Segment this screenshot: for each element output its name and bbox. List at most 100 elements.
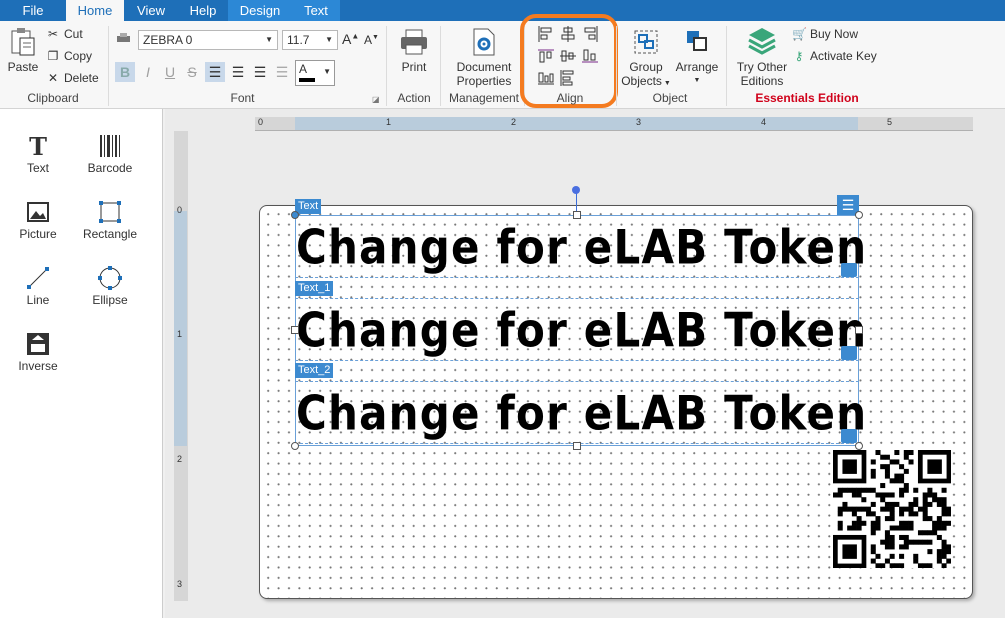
printer-font-icon: [117, 33, 130, 42]
align-right-button[interactable]: ☰: [250, 62, 270, 82]
document-gear-icon: [473, 28, 495, 56]
divider: [616, 26, 617, 106]
printable-icon[interactable]: [841, 429, 857, 443]
justify-icon: ☰: [275, 64, 289, 80]
arrange-label: Arrange: [675, 60, 719, 74]
delete-button[interactable]: ✕ Delete: [46, 69, 99, 87]
text-object[interactable]: Change for eLAB Token: [295, 298, 866, 361]
paste-button[interactable]: Paste: [6, 27, 40, 74]
tab-help[interactable]: Help: [178, 0, 228, 21]
align-center-button[interactable]: ☰: [228, 62, 248, 82]
resize-handle[interactable]: [855, 442, 863, 450]
group-objects-label-2: Objects: [621, 74, 662, 88]
resize-handle[interactable]: [291, 211, 299, 219]
try-other-editions-button[interactable]: Try Other Editions: [734, 25, 790, 88]
resize-handle[interactable]: [573, 211, 581, 219]
font-color-button[interactable]: A ▼: [295, 60, 335, 86]
resize-handle[interactable]: [291, 326, 299, 334]
align-left-button[interactable]: ☰: [205, 62, 225, 82]
picture-icon: [27, 202, 49, 222]
document-properties-button[interactable]: Document Properties: [448, 27, 520, 88]
group-objects-button[interactable]: Group Objects ▼: [620, 27, 672, 91]
clipboard-group-label: Clipboard: [27, 91, 79, 105]
cut-button[interactable]: ✂ Cut: [46, 25, 83, 43]
group-objects-icon: [634, 30, 658, 54]
management-group-label: Management: [448, 91, 520, 105]
group-objects-label: Group: [629, 60, 663, 74]
align-centers-icon[interactable]: [559, 25, 577, 43]
tab-view[interactable]: View: [124, 0, 178, 21]
align-top-edges-icon[interactable]: [537, 47, 555, 65]
ellipse-icon: [98, 266, 122, 290]
print-label: Print: [401, 60, 427, 74]
document-properties-label-2: Properties: [456, 74, 512, 88]
chevron-down-icon: ▼: [325, 35, 333, 44]
tool-ellipse[interactable]: Ellipse: [75, 263, 145, 307]
distribute-horizontally-icon[interactable]: [537, 69, 555, 87]
align-group-label: Align: [556, 91, 584, 105]
chevron-down-icon: ▼: [693, 77, 701, 84]
chevron-down-icon: ▼: [265, 35, 273, 44]
justify-button[interactable]: ☰: [272, 62, 292, 82]
resize-handle[interactable]: [291, 442, 299, 450]
italic-button[interactable]: I: [138, 62, 158, 82]
tab-home[interactable]: Home: [66, 0, 124, 21]
text-object[interactable]: Change for eLAB Token: [295, 215, 866, 278]
dialog-launcher-icon[interactable]: ◪: [372, 95, 380, 104]
resize-handle[interactable]: [855, 211, 863, 219]
text-object-content: Change for eLAB Token: [296, 303, 868, 358]
font-group-label: Font: [230, 91, 255, 105]
rotation-handle[interactable]: [572, 186, 580, 194]
ribbon: Paste ✂ Cut ❐ Copy ✕ Delete Clipboard ZEBRA…: [0, 14, 1005, 109]
printable-icon[interactable]: [841, 263, 857, 277]
object-tag: Text: [295, 199, 322, 214]
tool-barcode[interactable]: Barcode: [75, 131, 145, 175]
tool-barcode-label: Barcode: [87, 161, 133, 175]
tool-rectangle[interactable]: Rectangle: [75, 197, 145, 241]
font-name-select[interactable]: ZEBRA 0 ▼: [138, 30, 278, 50]
tool-ellipse-label: Ellipse: [92, 293, 128, 307]
menu-bar: File Home View Help Design Text: [0, 0, 1005, 21]
resize-handle[interactable]: [855, 326, 863, 334]
shrink-font-icon[interactable]: A▼: [364, 33, 379, 47]
tool-picture[interactable]: Picture: [3, 197, 73, 241]
tool-inverse-label: Inverse: [18, 359, 58, 373]
line-icon: [27, 267, 49, 289]
font-size-select[interactable]: 11.7 ▼: [282, 30, 338, 50]
font-size-value: 11.7: [287, 33, 310, 47]
bold-button[interactable]: B: [115, 62, 135, 82]
print-button[interactable]: Print: [394, 27, 434, 74]
tab-design[interactable]: Design: [228, 0, 292, 21]
align-left-edges-icon[interactable]: [537, 25, 555, 43]
ruler-mark: 4: [761, 117, 767, 127]
strikethrough-button[interactable]: S: [182, 62, 202, 82]
copy-label: Copy: [64, 49, 93, 63]
barcode-icon: [100, 135, 120, 157]
align-right-edges-icon[interactable]: [581, 25, 599, 43]
font-name-value: ZEBRA 0: [143, 33, 193, 47]
tool-inverse[interactable]: Inverse: [3, 329, 73, 373]
buy-now-button[interactable]: 🛒 Buy Now: [792, 25, 858, 43]
qr-code[interactable]: [833, 450, 951, 568]
activate-key-button[interactable]: ⚷ Activate Key: [792, 47, 877, 65]
cart-icon: 🛒: [792, 27, 807, 41]
resize-handle[interactable]: [573, 442, 581, 450]
horizontal-ruler: 0 1 2 3 4 5: [255, 117, 973, 131]
tool-line[interactable]: Line: [3, 263, 73, 307]
align-middles-icon[interactable]: [559, 47, 577, 65]
underline-button[interactable]: U: [160, 62, 180, 82]
grow-font-icon[interactable]: A▲: [342, 31, 359, 47]
arrange-button[interactable]: Arrange ▼: [674, 27, 720, 88]
tab-file[interactable]: File: [0, 0, 66, 21]
tab-text[interactable]: Text: [292, 0, 340, 21]
tool-text[interactable]: T Text: [3, 131, 73, 176]
distribute-vertically-icon[interactable]: [559, 69, 577, 87]
text-object[interactable]: Change for eLAB Token: [295, 381, 866, 444]
tool-line-label: Line: [26, 293, 50, 307]
divider: [440, 26, 441, 106]
printable-icon[interactable]: [841, 346, 857, 360]
copy-button[interactable]: ❐ Copy: [46, 47, 92, 65]
align-center-icon: ☰: [231, 64, 245, 80]
delete-label: Delete: [64, 71, 99, 85]
align-bottom-edges-icon[interactable]: [581, 47, 599, 65]
